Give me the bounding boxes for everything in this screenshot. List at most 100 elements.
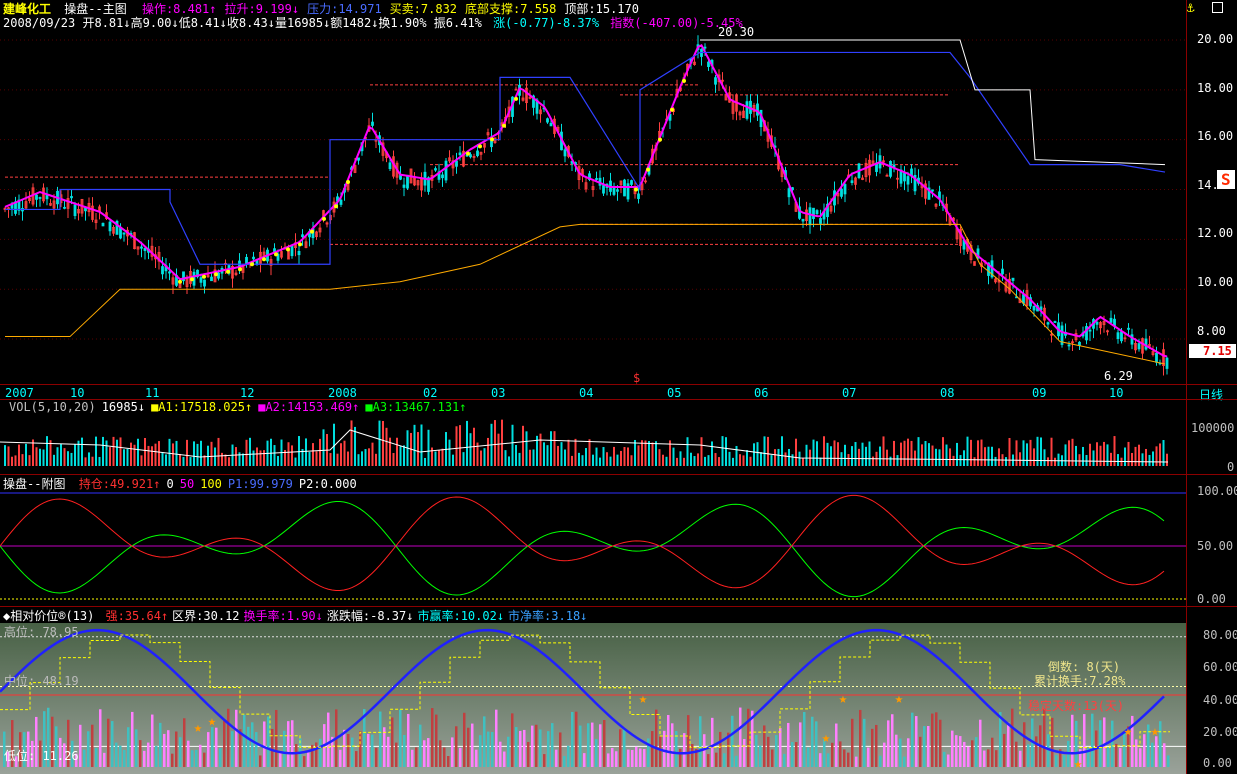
position-panel[interactable]: 操盘--附图 持仓:49.921↑ 0 50 100 P1:99.979 P2:0.000: [0, 474, 1186, 607]
turnover-bar: [587, 723, 590, 767]
turnover-bar: [1027, 744, 1030, 767]
turnover-bar: [819, 753, 822, 767]
volume-bar: [732, 457, 734, 466]
volume-bar: [424, 457, 426, 466]
turnover-bar: [723, 753, 726, 767]
volume-bar: [1089, 443, 1091, 466]
time-label: 2008: [328, 386, 357, 400]
time-label: 06: [754, 386, 769, 400]
turnover-bar: [939, 719, 942, 767]
turnover-bar: [191, 750, 194, 767]
volume-bar: [767, 436, 769, 466]
candle: [703, 46, 707, 49]
turnover-bar: [1151, 742, 1154, 767]
turnover-bar: [195, 749, 198, 767]
turnover-bar: [879, 755, 882, 767]
turnover-bar: [203, 752, 206, 767]
volume-bar: [186, 439, 188, 466]
signal-dot: [346, 180, 350, 185]
volume-bar: [977, 440, 979, 466]
turnover-bar: [951, 730, 954, 767]
turnover-bar: [135, 729, 138, 767]
turnover-bar: [779, 728, 782, 767]
turnover-bar: [227, 708, 230, 767]
volume-bar: [602, 447, 605, 466]
turnover-bar: [99, 709, 102, 767]
volume-bar: [662, 454, 664, 466]
position-chart[interactable]: [0, 475, 1186, 607]
turnover-bar: [1011, 708, 1014, 767]
event-marker-icon[interactable]: $: [633, 371, 640, 385]
volume-bar: [1141, 453, 1144, 466]
candle: [812, 207, 815, 219]
candle: [1078, 341, 1081, 346]
turnover-bar: [967, 746, 970, 767]
candle: [469, 154, 472, 158]
volume-panel[interactable]: VOL(5,10,20) 16985↓ ■A1:17518.025↑ ■A2:1415…: [0, 399, 1186, 475]
turnover-bar: [443, 747, 446, 767]
turnover-bar: [539, 729, 542, 767]
volume-bar: [560, 442, 563, 466]
position-line-red: [0, 494, 1165, 592]
candle: [406, 174, 409, 189]
main-chart-panel[interactable]: 20.30 6.29: [0, 25, 1186, 384]
turnover-bar: [527, 741, 530, 767]
volume-bar: [837, 442, 839, 466]
relative-price-chart[interactable]: ★ ★ ★ ★ ★ ★ ★ ★ ★: [0, 607, 1186, 774]
price-chart[interactable]: [0, 30, 1186, 384]
turnover-bar: [431, 708, 434, 767]
signal-dot: [490, 137, 494, 142]
volume-bar: [634, 439, 636, 466]
signal-dot: [250, 262, 254, 267]
volume-bar: [826, 442, 829, 466]
volume-bar: [525, 431, 528, 466]
volume-bar: [588, 439, 591, 466]
volume-bar: [368, 448, 370, 466]
volume-bar: [1159, 443, 1161, 466]
volume-bar: [1022, 440, 1025, 466]
turnover-bar: [123, 749, 126, 767]
volume-bar: [501, 419, 503, 466]
volume-bar: [914, 450, 916, 466]
candle: [1088, 329, 1092, 332]
volume-chart[interactable]: [0, 400, 1186, 475]
turnover-bar: [1115, 743, 1118, 767]
star-icon: ★: [839, 691, 848, 707]
relative-price-panel[interactable]: ◆相对价位®(13) 强:35.64↑ 区界:30.12 换手率:1.90↓ 涨跌幅:…: [0, 606, 1186, 774]
volume-bar: [95, 436, 97, 466]
volume-bar: [1036, 436, 1039, 466]
volume-bar: [1064, 444, 1067, 466]
turnover-bar: [143, 750, 146, 767]
logo-badge[interactable]: S: [1217, 170, 1235, 189]
turnover-bar: [419, 724, 422, 767]
volume-bar: [721, 436, 724, 466]
turnover-bar: [231, 731, 234, 767]
turnover-bar: [567, 745, 570, 767]
volume-bar: [781, 436, 783, 466]
turnover-bar: [263, 721, 266, 767]
volume-bar: [1047, 457, 1049, 466]
volume-bar: [725, 437, 727, 466]
candle: [756, 103, 759, 116]
volume-bar: [676, 457, 678, 466]
signal-dot: [274, 252, 278, 257]
turnover-bar: [211, 727, 214, 767]
candle: [35, 194, 38, 200]
period-label-box[interactable]: 日线: [1186, 384, 1237, 402]
volume-bar: [851, 446, 853, 466]
axis-tick: 16.00: [1197, 129, 1234, 143]
volume-bar: [644, 440, 647, 466]
volume-bar: [700, 437, 703, 466]
high-price-marker: 20.30: [718, 25, 755, 39]
signal-dot: [262, 257, 266, 262]
candle: [1053, 321, 1057, 323]
candle: [140, 246, 143, 249]
turnover-bar: [999, 712, 1002, 767]
volume-bar: [161, 452, 164, 466]
turnover-bar: [659, 736, 662, 767]
candle: [210, 276, 213, 282]
volume-bar: [872, 456, 874, 466]
turnover-bar: [1007, 722, 1010, 767]
time-label: 10: [70, 386, 85, 400]
volume-bar: [819, 457, 822, 466]
